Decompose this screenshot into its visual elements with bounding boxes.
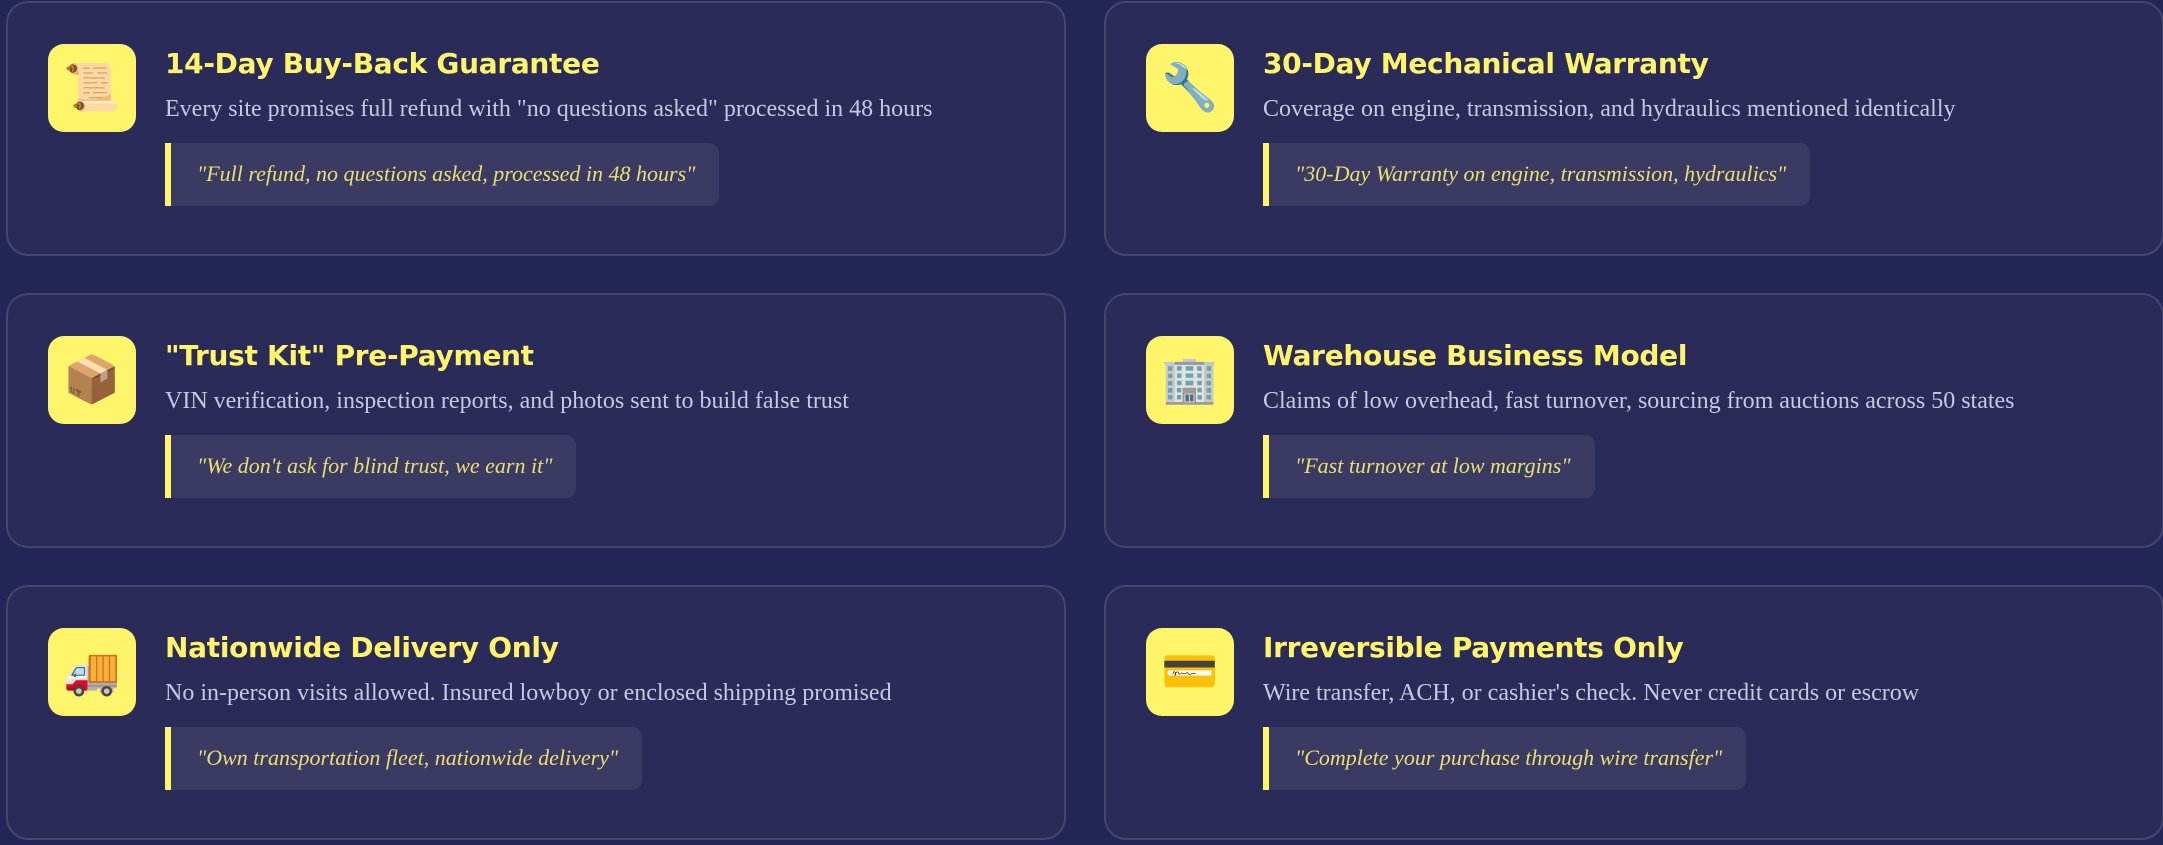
card-content: Warehouse Business Model Claims of low o… [1263,333,2142,498]
card-description: Coverage on engine, transmission, and hy… [1263,95,1956,122]
card-title: 30-Day Mechanical Warranty [1263,47,1709,80]
card-buy-back-guarantee: 📜 14-Day Buy-Back Guarantee Every site p… [6,1,1066,256]
card-title: "Trust Kit" Pre-Payment [165,339,534,372]
card-description: Wire transfer, ACH, or cashier's check. … [1263,679,1920,706]
card-quote: "30-Day Warranty on engine, transmission… [1263,143,1811,206]
office-building-icon: 🏢 [1146,336,1234,424]
card-quote: "Full refund, no questions asked, proces… [165,143,720,206]
card-quote: "We don't ask for blind trust, we earn i… [165,435,577,498]
card-title: Irreversible Payments Only [1263,631,1684,664]
package-icon: 📦 [48,336,136,424]
card-description: No in-person visits allowed. Insured low… [165,679,892,706]
scroll-icon: 📜 [48,44,136,132]
card-title: Nationwide Delivery Only [165,631,559,664]
card-content: "Trust Kit" Pre-Payment VIN verification… [165,333,1044,498]
card-quote: "Fast turnover at low margins" [1263,435,1595,498]
delivery-truck-icon: 🚚 [48,628,136,716]
card-quote: "Own transportation fleet, nationwide de… [165,727,643,790]
card-description: VIN verification, inspection reports, an… [165,387,849,414]
credit-card-icon: 💳 [1146,628,1234,716]
card-content: 14-Day Buy-Back Guarantee Every site pro… [165,41,1044,206]
card-title: 14-Day Buy-Back Guarantee [165,47,600,80]
card-warehouse-model: 🏢 Warehouse Business Model Claims of low… [1104,293,2163,548]
wrench-icon: 🔧 [1146,44,1234,132]
cards-grid: 📜 14-Day Buy-Back Guarantee Every site p… [6,1,2163,840]
card-content: Irreversible Payments Only Wire transfer… [1263,625,2142,790]
card-nationwide-delivery: 🚚 Nationwide Delivery Only No in-person … [6,585,1066,840]
card-content: Nationwide Delivery Only No in-person vi… [165,625,1044,790]
card-content: 30-Day Mechanical Warranty Coverage on e… [1263,41,2142,206]
card-description: Every site promises full refund with "no… [165,95,933,122]
card-description: Claims of low overhead, fast turnover, s… [1263,387,2015,414]
card-trust-kit: 📦 "Trust Kit" Pre-Payment VIN verificati… [6,293,1066,548]
card-irreversible-payments: 💳 Irreversible Payments Only Wire transf… [1104,585,2163,840]
card-title: Warehouse Business Model [1263,339,1688,372]
card-quote: "Complete your purchase through wire tra… [1263,727,1747,790]
card-mechanical-warranty: 🔧 30-Day Mechanical Warranty Coverage on… [1104,1,2163,256]
